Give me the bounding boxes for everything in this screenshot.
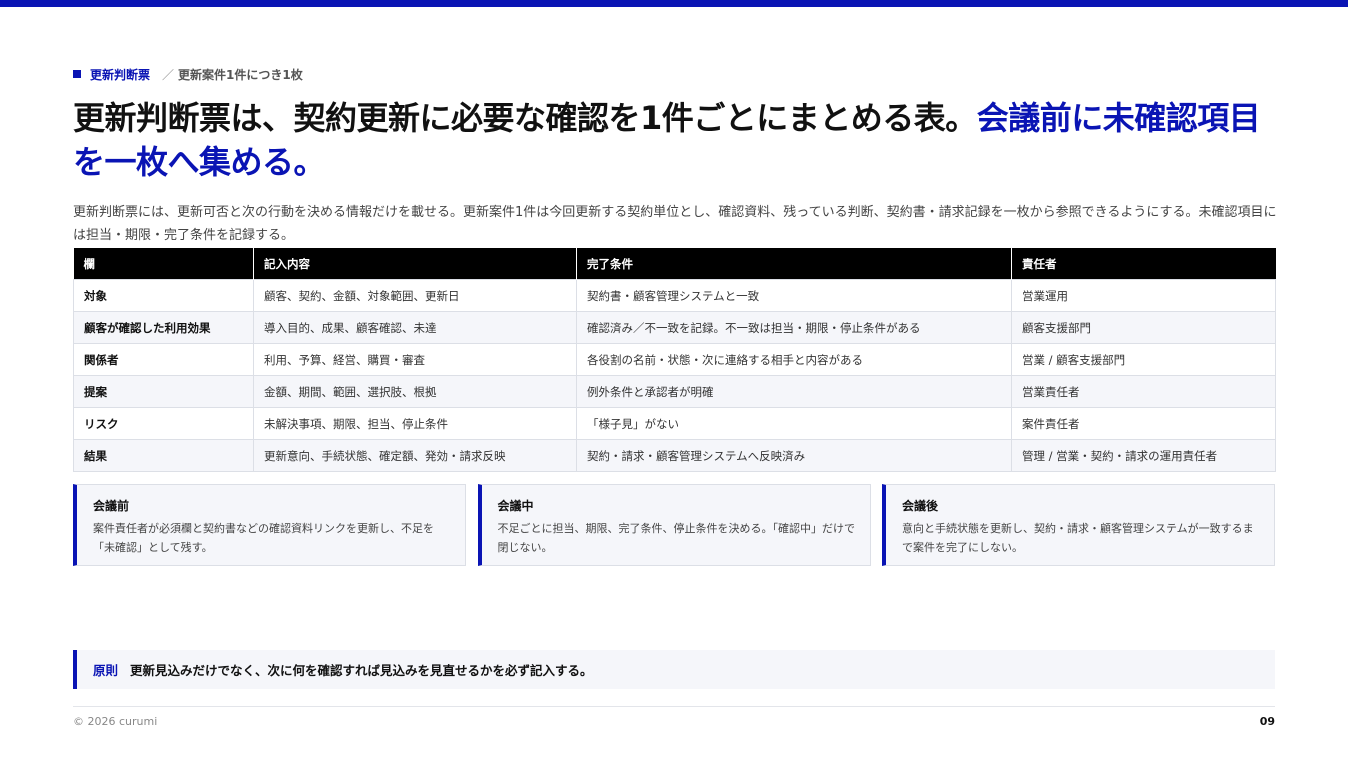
table-cell: 金額、期間、範囲、選択肢、根拠 (253, 375, 577, 408)
top-accent-bar (0, 0, 1348, 7)
table-cell: 関係者 (73, 343, 254, 376)
page-title: 更新判断票は、契約更新に必要な確認を1件ごとにまとめる表。会議前に未確認項目を一… (73, 96, 1283, 184)
card-title: 会議後 (902, 499, 939, 513)
table-cell: リスク (73, 407, 254, 440)
principle-label: 原則 (93, 663, 119, 678)
table-row: リスク 未解決事項、期限、担当、停止条件 「様子見」がない 案件責任者 (73, 407, 1276, 440)
page-number: 09 (1259, 715, 1275, 728)
table-cell: 確認済み／不一致を記録。不一致は担当・期限・停止条件がある (576, 311, 1012, 344)
table-row: 提案 金額、期間、範囲、選択肢、根拠 例外条件と承認者が明確 営業責任者 (73, 375, 1276, 408)
table-cell: 管理 / 営業・契約・請求の運用責任者 (1011, 439, 1276, 472)
card-title: 会議中 (497, 499, 534, 513)
card-before-meeting: 会議前 案件責任者が必須欄と契約書などの確認資料リンクを更新し、不足を「未確認」… (73, 484, 466, 566)
table-cell: 更新意向、手続状態、確定額、発効・請求反映 (253, 439, 577, 472)
table-cell: 営業 / 顧客支援部門 (1011, 343, 1276, 376)
intro-paragraph: 更新判断票には、更新可否と次の行動を決める情報だけを載せる。更新案件1件は今回更… (73, 205, 1277, 243)
table-cell: 導入目的、成果、顧客確認、未達 (253, 311, 577, 344)
table-cell: 顧客支援部門 (1011, 311, 1276, 344)
table-cell: 顧客、契約、金額、対象範囲、更新日 (253, 279, 577, 312)
table-row: 対象 顧客、契約、金額、対象範囲、更新日 契約書・顧客管理システムと一致 営業運… (73, 279, 1276, 312)
table-cell: 未解決事項、期限、担当、停止条件 (253, 407, 577, 440)
breadcrumb: 更新判断票 ／ 更新案件1件につき1枚 (73, 66, 303, 82)
table-cell: 契約・請求・顧客管理システムへ反映済み (576, 439, 1012, 472)
footer-divider (73, 706, 1275, 707)
copyright: © 2026 curumi (73, 715, 158, 728)
table-cell: 契約書・顧客管理システムと一致 (576, 279, 1012, 312)
table-cell: 対象 (73, 279, 254, 312)
table-row: 顧客が確認した利用効果 導入目的、成果、顧客確認、未達 確認済み／不一致を記録。… (73, 311, 1276, 344)
principle-text: 更新見込みだけでなく、次に何を確認すれば見込みを見直せるかを必ず記入する。 (130, 663, 593, 678)
table-cell: 営業責任者 (1011, 375, 1276, 408)
principle-callout: 原則 更新見込みだけでなく、次に何を確認すれば見込みを見直せるかを必ず記入する。 (73, 650, 1275, 689)
section-label: 更新判断票 (90, 67, 151, 82)
table-cell: 利用、予算、経営、購買・審査 (253, 343, 577, 376)
card-body: 不足ごとに担当、期限、完了条件、停止条件を決める。「確認中」だけで閉じない。 (497, 522, 856, 554)
table-cell: 案件責任者 (1011, 407, 1276, 440)
judgment-table: 欄 記入内容 完了条件 責任者 対象 顧客、契約、金額、対象範囲、更新日 契約書… (73, 248, 1276, 472)
table-row: 関係者 利用、予算、経営、購買・審査 各役割の名前・状態・次に連絡する相手と内容… (73, 343, 1276, 376)
table-cell: 提案 (73, 375, 254, 408)
col-header-owner: 責任者 (1011, 248, 1276, 280)
subsection-label: 更新案件1件につき1枚 (178, 67, 303, 82)
table-cell: 営業運用 (1011, 279, 1276, 312)
title-main: 更新判断票は、契約更新に必要な確認を1件ごとにまとめる表。 (73, 99, 977, 137)
card-after-meeting: 会議後 意向と手続状態を更新し、契約・請求・顧客管理システムが一致するまで案件を… (882, 484, 1275, 566)
table-cell: 結果 (73, 439, 254, 472)
table-cell: 各役割の名前・状態・次に連絡する相手と内容がある (576, 343, 1012, 376)
table-cell: 顧客が確認した利用効果 (73, 311, 254, 344)
phase-cards: 会議前 案件責任者が必須欄と契約書などの確認資料リンクを更新し、不足を「未確認」… (73, 484, 1275, 566)
table-header-row: 欄 記入内容 完了条件 責任者 (73, 248, 1276, 280)
col-header-completion: 完了条件 (576, 248, 1012, 280)
square-bullet-icon (73, 70, 81, 78)
col-header-content: 記入内容 (253, 248, 577, 280)
table-row: 結果 更新意向、手続状態、確定額、発効・請求反映 契約・請求・顧客管理システムへ… (73, 439, 1276, 472)
card-during-meeting: 会議中 不足ごとに担当、期限、完了条件、停止条件を決める。「確認中」だけで閉じな… (477, 484, 871, 566)
col-header-field: 欄 (73, 248, 254, 280)
card-body: 案件責任者が必須欄と契約書などの確認資料リンクを更新し、不足を「未確認」として残… (93, 522, 434, 554)
table-cell: 例外条件と承認者が明確 (576, 375, 1012, 408)
table-cell: 「様子見」がない (576, 407, 1012, 440)
card-title: 会議前 (93, 499, 130, 513)
card-body: 意向と手続状態を更新し、契約・請求・顧客管理システムが一致するまで案件を完了にし… (902, 522, 1254, 554)
breadcrumb-separator: ／ (162, 67, 175, 82)
